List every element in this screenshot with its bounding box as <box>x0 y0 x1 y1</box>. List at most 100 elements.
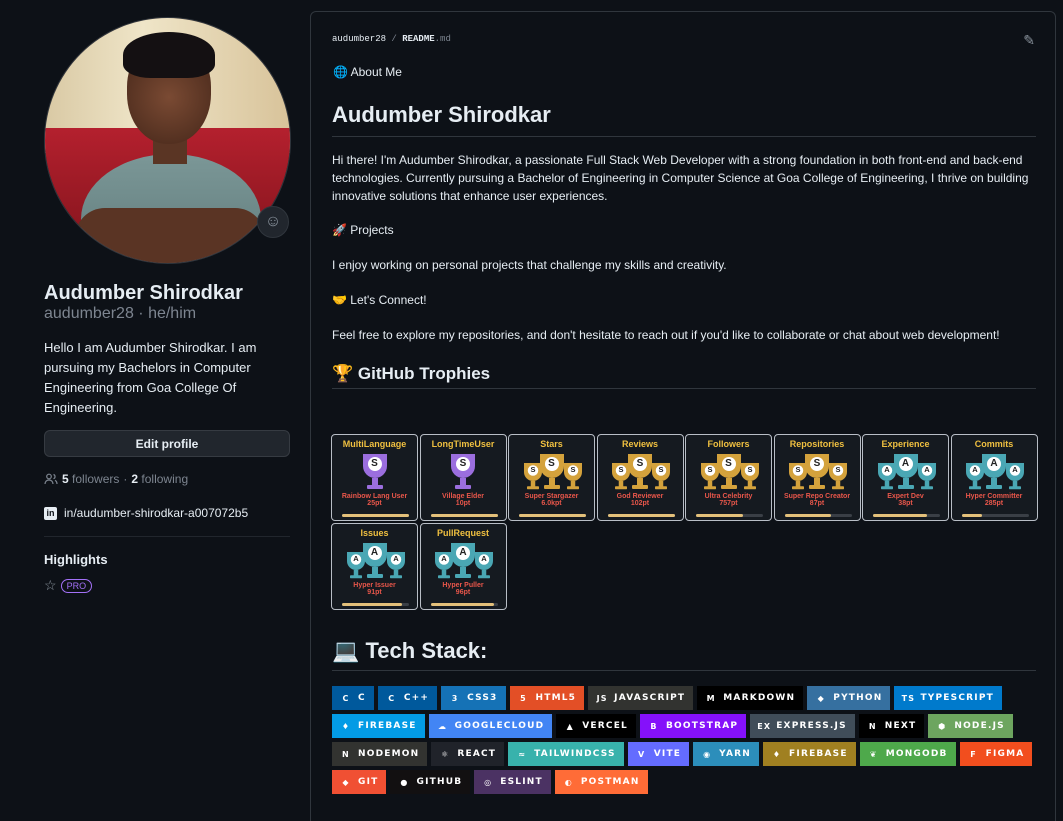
linkedin-text: in/audumber-shirodkar-a007072b5 <box>64 506 249 520</box>
tech-badge-react[interactable]: ⚛ React <box>431 742 505 766</box>
crumb-user[interactable]: audumber28 <box>332 34 386 44</box>
trophy-rank-title: Hyper Committer <box>965 493 1023 500</box>
trophy-progress-bar <box>342 603 409 606</box>
c-icon: C <box>342 693 350 703</box>
css3-icon: 3 <box>451 693 459 703</box>
trophy-title: Commits <box>974 439 1014 449</box>
linkedin-link[interactable]: in in/audumber-shirodkar-a007072b5 <box>44 506 248 520</box>
tech-badge-tailwindcss[interactable]: ≈ TailwindCSS <box>508 742 624 766</box>
trophy-card: MultiLanguage S Rainbow Lang User 25pt <box>331 434 418 521</box>
badge-label: GoogleCloud <box>454 721 545 731</box>
profile-login: audumber28 · he/him <box>44 305 197 322</box>
crumb-file: README <box>402 34 435 44</box>
postman-icon: ◐ <box>564 777 573 787</box>
tech-badge-eslint[interactable]: ◎ ESLint <box>474 770 551 794</box>
badge-label: TypeScript <box>920 693 994 703</box>
badge-label: Firebase <box>789 749 848 759</box>
trophy-title: LongTimeUser <box>431 439 495 449</box>
badge-label: Figma <box>985 749 1025 759</box>
trophy-title: Followers <box>707 439 750 449</box>
trophy-points: 757pt <box>719 500 738 507</box>
avatar[interactable] <box>44 17 291 264</box>
tech-badge-next[interactable]: N Next <box>858 714 925 738</box>
badge-label: TailwindCSS <box>534 749 616 759</box>
following-link[interactable]: 2 following <box>131 472 188 486</box>
trophy-card: Stars S S S Super Stargazer 6.0kpt <box>508 434 595 521</box>
tech-badge-firebase[interactable]: ♦ Firebase <box>332 714 425 738</box>
tech-badge-vercel[interactable]: ▲ Vercel <box>556 714 636 738</box>
set-status-button[interactable]: ☺ <box>257 206 289 238</box>
vercel-icon: ▲ <box>566 721 574 731</box>
tech-badge-c[interactable]: C C++ <box>377 686 438 710</box>
tech-badge-markdown[interactable]: M Markdown <box>697 686 804 710</box>
trophy-points: 96pt <box>455 589 471 596</box>
trophy-rank-title: God Reviewer <box>616 493 664 500</box>
yarn-icon: ◉ <box>703 749 712 759</box>
mongodb-icon: ❦ <box>869 749 878 759</box>
tech-badge-github[interactable]: ● GitHub <box>390 770 471 794</box>
pencil-icon[interactable]: ✎ <box>1023 32 1035 49</box>
typescript-icon: TS <box>901 693 916 703</box>
trophy-card: PullRequest A A A Hyper Puller 96pt <box>419 523 507 610</box>
trophy-progress-bar <box>784 514 852 517</box>
tech-badge-python[interactable]: ◆ Python <box>807 686 891 710</box>
pro-badge[interactable]: PRO <box>60 578 93 593</box>
trophy-progress-bar <box>961 514 1029 517</box>
badge-label: Postman <box>580 777 640 787</box>
people-icon <box>44 473 58 485</box>
badge-label: Next <box>884 721 917 731</box>
tech-badge-yarn[interactable]: ◉ Yarn <box>693 742 760 766</box>
trophy-points: 102pt <box>630 500 650 507</box>
sidebar-divider <box>44 536 290 537</box>
edit-profile-button[interactable]: Edit profile <box>44 430 290 457</box>
figma-icon: F <box>970 749 977 759</box>
badge-row: C C C C++ 3 CSS3 5 HTML5 JS JavaScript M Markdown ◆ P… <box>332 686 1036 710</box>
followers-link[interactable]: 5 followers <box>62 472 119 486</box>
readme-heading: Audumber Shirodkar <box>332 102 1036 137</box>
nodejs-icon: ⬢ <box>938 721 947 731</box>
tech-badge-nodemon[interactable]: N Nodemon <box>332 742 428 766</box>
tech-badge-css3[interactable]: 3 CSS3 <box>441 686 506 710</box>
badge-row: ◆ Git ● GitHub ◎ ESLint ◐ Postman <box>332 770 1036 794</box>
tech-badge-typescript[interactable]: TS TypeScript <box>894 686 1002 710</box>
react-icon: ⚛ <box>441 749 450 759</box>
trophy-title: Repositories <box>789 439 845 449</box>
trophy-icon: AAA <box>340 541 410 581</box>
tailwind-icon: ≈ <box>518 749 527 759</box>
eslint-icon: ◎ <box>484 777 493 787</box>
badge-label: Express.js <box>776 721 847 731</box>
tech-badge-bootstrap[interactable]: B Bootstrap <box>639 714 747 738</box>
trophy-card: Issues A A A Hyper Issuer 91pt <box>331 523 418 610</box>
trophy-title: Reviews <box>621 439 659 449</box>
tech-badge-postman[interactable]: ◐ Postman <box>554 770 648 794</box>
tech-badge-mongodb[interactable]: ❦ MongoDB <box>859 742 956 766</box>
cloud-icon: ☁ <box>438 721 448 731</box>
firebase-icon: ♦ <box>341 721 351 731</box>
trophy-icon: SSS <box>782 452 852 492</box>
badge-label: C++ <box>403 693 430 703</box>
git-icon: ◆ <box>342 777 350 787</box>
nodemon-icon: N <box>342 749 350 759</box>
tech-badge-nodejs[interactable]: ⬢ Node.js <box>928 714 1013 738</box>
readme-panel: audumber28 / README.md ✎ 🌐 About Me Audu… <box>310 11 1056 821</box>
badge-row: N Nodemon ⚛ React ≈ TailwindCSS V Vite ◉ Yarn ♦ Fir… <box>332 742 1036 766</box>
tech-badge-firebase[interactable]: ♦ Firebase <box>763 742 856 766</box>
badge-label: C <box>358 693 366 703</box>
badge-label: Yarn <box>719 749 752 759</box>
firebase-icon: ♦ <box>772 749 782 759</box>
express-icon: ex <box>757 721 772 731</box>
badge-label: JavaScript <box>614 693 686 703</box>
tech-badge-googlecloud[interactable]: ☁ GoogleCloud <box>428 714 553 738</box>
trophy-card: Experience A A A Expert Dev 38pt <box>862 434 949 521</box>
badge-label: Git <box>358 777 379 787</box>
tech-badge-git[interactable]: ◆ Git <box>332 770 387 794</box>
tech-badge-expressjs[interactable]: ex Express.js <box>750 714 855 738</box>
tech-badge-html5[interactable]: 5 HTML5 <box>509 686 585 710</box>
tech-badge-figma[interactable]: F Figma <box>959 742 1033 766</box>
tech-badge-c[interactable]: CC <box>332 686 374 710</box>
tech-badge-javascript[interactable]: JS JavaScript <box>588 686 694 710</box>
trophy-progress-bar <box>696 514 763 517</box>
trophy-progress-bar <box>430 514 498 517</box>
tech-badge-vite[interactable]: V Vite <box>627 742 690 766</box>
trophy-progress-bar <box>607 514 675 517</box>
